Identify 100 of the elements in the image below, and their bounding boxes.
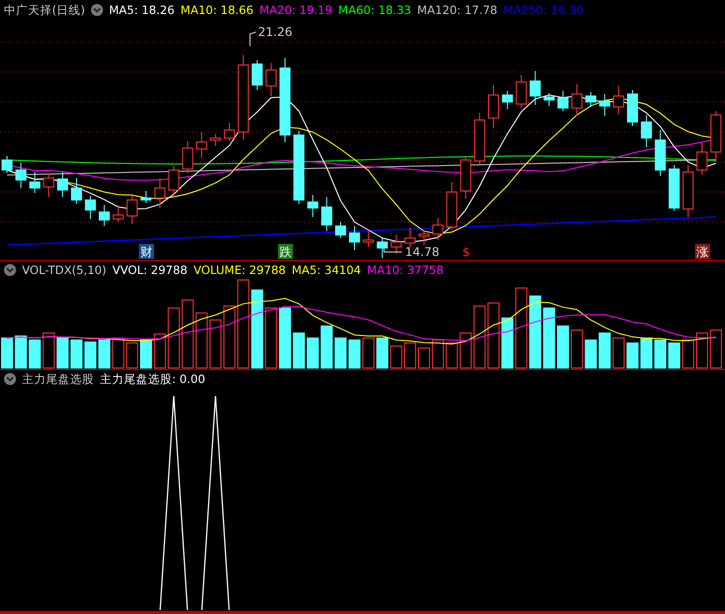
candlestick (98, 204, 110, 226)
candlestick (321, 196, 332, 232)
volume-bar (140, 340, 152, 368)
indicator-title: VOL-TDX(5,10) (22, 263, 106, 277)
volume-bar (710, 330, 722, 368)
volume-bar (56, 338, 69, 368)
volume-bar (696, 332, 708, 368)
volume-bar (348, 340, 360, 368)
volume-bar (626, 342, 638, 368)
volume-bar (501, 318, 514, 368)
indicator-value: MA60: 18.33 (338, 3, 412, 17)
candlestick (668, 164, 680, 212)
volume-bar (446, 342, 458, 368)
volume-bar (210, 320, 222, 368)
volume-bar (223, 306, 236, 368)
volume-bar (460, 332, 472, 368)
candlestick (112, 204, 124, 222)
candlestick (168, 166, 180, 198)
indicator-value: MA250: 16.30 (503, 3, 584, 17)
candlestick (613, 86, 624, 114)
volume-bar (557, 326, 569, 368)
indicator-value: 主力尾盘选股: 0.00 (100, 372, 206, 386)
volume-bar (126, 342, 138, 368)
dropdown-icon[interactable] (4, 264, 16, 276)
candlestick (376, 238, 388, 258)
volume-bar (598, 332, 611, 368)
candlestick (530, 70, 541, 106)
candlestick (390, 234, 402, 254)
candlestick (196, 132, 208, 158)
candlestick (682, 164, 694, 218)
candlestick (2, 156, 12, 174)
volume-bar (612, 338, 625, 368)
volume-bar (292, 332, 305, 368)
dropdown-icon[interactable] (90, 4, 103, 16)
volume-bar (112, 338, 124, 368)
low-price-label: 14.78 (405, 245, 440, 259)
candlestick (29, 172, 40, 194)
volume-bar (1, 338, 13, 368)
candlestick (43, 174, 54, 198)
volume-bar (668, 342, 680, 368)
volume-bar (154, 334, 166, 368)
volume-bar (654, 340, 666, 368)
indicator-value: MA10: 37758 (366, 263, 444, 277)
candlestick (544, 92, 555, 106)
indicator-value: MA5: 18.26 (108, 3, 175, 17)
volume-bar (320, 326, 333, 368)
volume-bar (362, 338, 374, 368)
volume-bar (279, 308, 291, 368)
volume-bar (14, 336, 27, 368)
candlestick (266, 62, 277, 96)
volume-bar (640, 338, 652, 368)
volume-bar (488, 302, 500, 368)
candlestick (57, 172, 68, 198)
candlestick (488, 84, 499, 128)
event-marker[interactable]: 涨 (695, 244, 710, 259)
candlestick (126, 196, 138, 224)
candlestick (140, 190, 152, 204)
event-marker[interactable]: 财 (139, 244, 154, 259)
candlestick (474, 112, 486, 166)
volume-bar (584, 340, 597, 368)
candlestick (182, 140, 194, 174)
candlestick (252, 60, 263, 90)
candlestick (335, 222, 346, 238)
volume-bar (196, 312, 208, 368)
indicator-value: MA5: 34104 (292, 263, 361, 277)
indicator-value: VVOL: 29788 (112, 263, 188, 277)
volume-bar (70, 340, 82, 368)
candlestick (71, 178, 82, 204)
candlestick (362, 230, 374, 248)
candlestick (84, 196, 96, 220)
event-marker[interactable]: $ (462, 245, 470, 259)
volume-bar (84, 342, 96, 368)
volume-bar (306, 338, 319, 368)
candlestick (502, 90, 513, 110)
candlestick (432, 218, 444, 240)
volume-bar (98, 340, 110, 368)
indicator-value: MA120: 17.78 (417, 3, 498, 17)
volume-bar (474, 306, 486, 368)
indicator-value: VOLUME: 29788 (193, 263, 286, 277)
volume-bar (182, 300, 194, 368)
indicator-value: MA10: 18.66 (180, 3, 254, 17)
candlestick (349, 226, 360, 250)
dropdown-icon[interactable] (4, 373, 16, 385)
candlestick (585, 92, 596, 108)
event-marker[interactable]: 跌 (278, 244, 293, 259)
candlestick (654, 130, 666, 176)
chart-title: 中广天择(日线) (4, 2, 85, 18)
volume-bar (42, 332, 55, 368)
volume-bar (334, 338, 347, 368)
candlestick (558, 90, 568, 112)
volume-bar (168, 308, 180, 368)
candlestick (15, 162, 26, 188)
volume-bar (376, 338, 388, 368)
indicator-value: MA20: 19.19 (259, 3, 332, 17)
candlestick (571, 84, 582, 116)
volume-bar (682, 340, 694, 368)
volume-bar (404, 342, 416, 368)
volume-bar (265, 308, 278, 368)
candlestick (224, 122, 235, 142)
candlestick (599, 94, 610, 116)
